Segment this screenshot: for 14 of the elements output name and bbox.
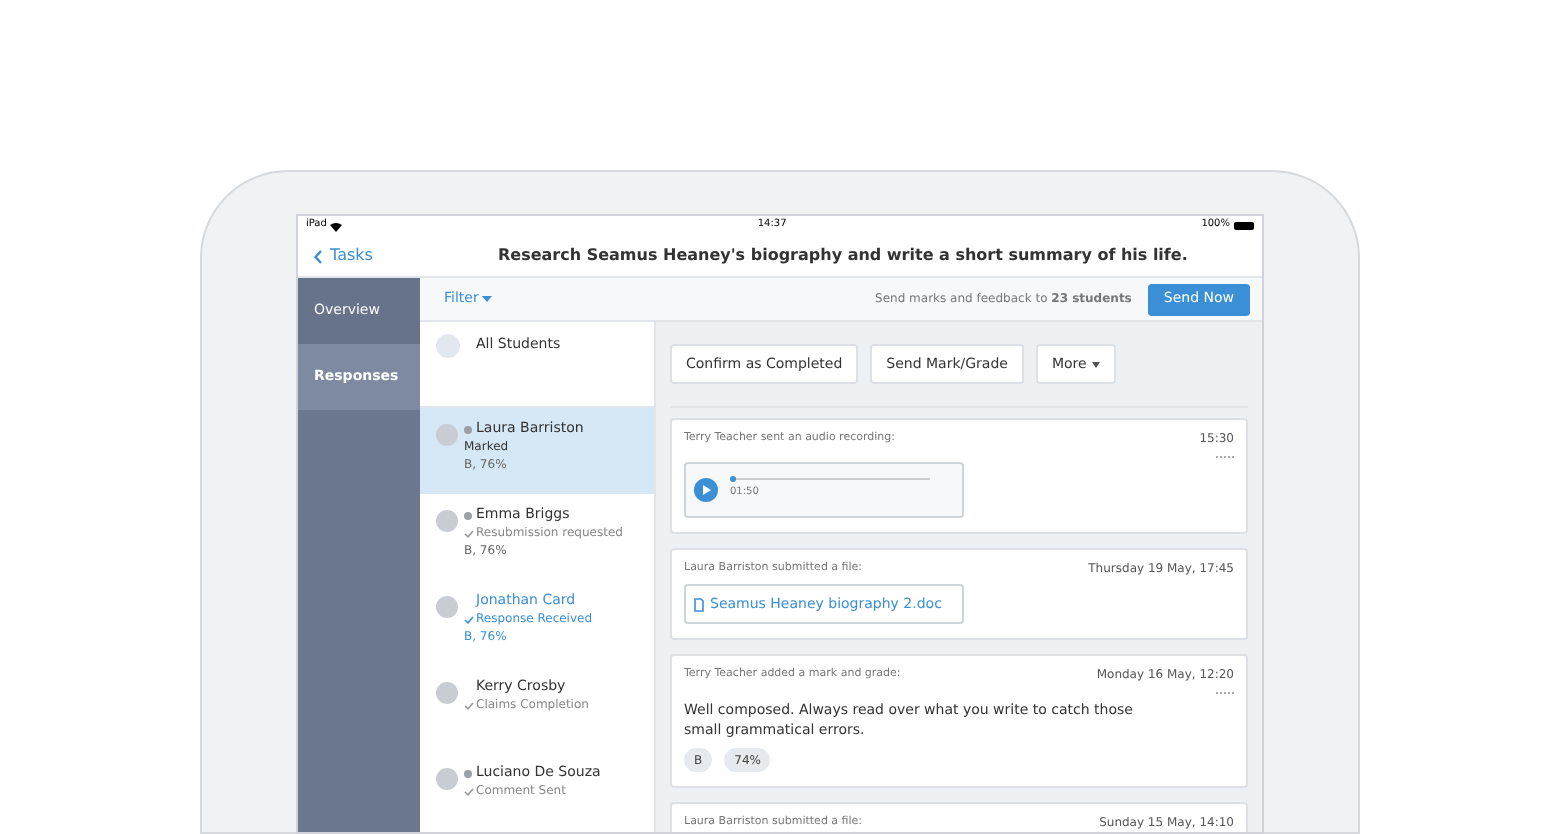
task-title: Research Seamus Heaney's biography and write a short summary of his life. — [498, 244, 1188, 268]
wifi-icon — [330, 221, 343, 231]
avatar — [436, 682, 458, 704]
caret-icon — [482, 296, 493, 302]
avatar — [436, 510, 458, 532]
avatar — [436, 596, 458, 618]
play-icon[interactable] — [694, 478, 718, 502]
group-icon — [436, 334, 460, 358]
avatar — [436, 768, 458, 790]
chevron-left-icon — [314, 249, 322, 263]
back-button[interactable]: Tasks — [298, 244, 498, 268]
avatar — [436, 424, 458, 446]
battery-icon — [1233, 222, 1254, 230]
document-icon — [694, 597, 704, 611]
